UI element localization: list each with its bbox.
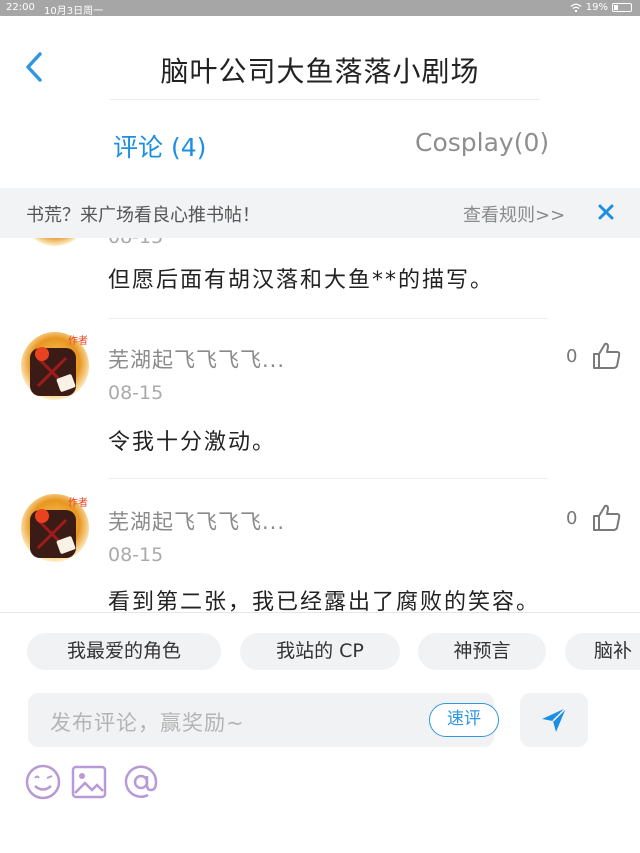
status-right: 19% [570, 2, 632, 13]
status-time: 22:00 [6, 2, 35, 13]
tab-bar: 评论 (4) Cosplay(0) [0, 100, 640, 188]
status-bar: 22:00 10月3日周一 19% [0, 0, 640, 17]
image-icon[interactable] [70, 763, 108, 801]
avatar[interactable] [20, 238, 90, 250]
comment-text[interactable]: 看到第二张，我已经露出了腐败的笑容。 [108, 584, 540, 612]
status-date: 10月3日周一 [44, 6, 104, 17]
comment-date: 08-15 [108, 238, 163, 248]
quick-topic-chips: 我最爱的角色 我站的 CP 神预言 脑补 [0, 633, 640, 673]
close-icon[interactable] [596, 201, 616, 223]
mention-icon[interactable] [122, 763, 160, 801]
comment-username[interactable]: 芜湖起飞飞飞飞... [108, 506, 285, 536]
thumbs-up-icon[interactable] [592, 503, 622, 533]
comment-divider [108, 478, 548, 479]
wifi-icon [570, 3, 582, 12]
comment-text[interactable]: 但愿后面有胡汉落和大鱼**的描写。 [108, 262, 494, 294]
tab-comments[interactable]: 评论 (4) [113, 128, 206, 164]
comment-list: 08-15 但愿后面有胡汉落和大鱼**的描写。 作者 芜湖起飞飞飞飞... 08… [0, 238, 640, 612]
avatar[interactable]: 作者 [20, 490, 90, 566]
chip-favorite-character[interactable]: 我最爱的角色 [27, 633, 221, 670]
view-rules-link[interactable]: 查看规则>> [463, 201, 565, 227]
avatar[interactable]: 作者 [20, 328, 90, 404]
battery-percent: 19% [585, 2, 608, 13]
author-badge: 作者 [68, 335, 88, 347]
chip-my-cp[interactable]: 我站的 CP [240, 633, 400, 670]
chip-imagination[interactable]: 脑补 [565, 633, 640, 670]
chip-prophecy[interactable]: 神预言 [418, 633, 546, 670]
comment-date: 08-15 [108, 544, 164, 566]
like-count: 0 [566, 508, 578, 529]
comment-item: 08-15 但愿后面有胡汉落和大鱼**的描写。 [0, 238, 640, 318]
emoji-icon[interactable] [24, 763, 62, 801]
send-button[interactable] [520, 693, 588, 747]
author-badge: 作者 [68, 497, 88, 509]
quick-review-button[interactable]: 速评 [429, 703, 499, 737]
send-icon [542, 707, 567, 732]
notice-bar: 书荒？来广场看良心推书帖！ 查看规则>> [0, 188, 640, 238]
tab-cosplay[interactable]: Cosplay(0) [415, 128, 549, 157]
comment-text[interactable]: 令我十分激动。 [108, 424, 276, 456]
comment-input-placeholder: 发布评论，赢奖励~ [50, 711, 245, 735]
comment-composer: 我最爱的角色 我站的 CP 神预言 脑补 发布评论，赢奖励~ 速评 [0, 612, 640, 853]
comment-item: 作者 芜湖起飞飞飞飞... 08-15 0 看到第二张，我已经露出了腐败的笑容。 [0, 480, 640, 612]
like-count: 0 [566, 346, 578, 367]
notice-text[interactable]: 书荒？来广场看良心推书帖！ [26, 201, 260, 227]
page-title: 脑叶公司大鱼落落小剧场 [160, 55, 480, 88]
comment-date: 08-15 [108, 382, 164, 404]
thumbs-up-icon[interactable] [592, 341, 622, 371]
battery-icon [612, 3, 632, 12]
comment-item: 作者 芜湖起飞飞飞飞... 08-15 0 令我十分激动。 [0, 318, 640, 478]
nav-header: 脑叶公司大鱼落落小剧场 [0, 16, 640, 100]
comment-username[interactable]: 芜湖起飞飞飞飞... [108, 344, 285, 374]
comment-input[interactable]: 发布评论，赢奖励~ 速评 [28, 693, 499, 747]
